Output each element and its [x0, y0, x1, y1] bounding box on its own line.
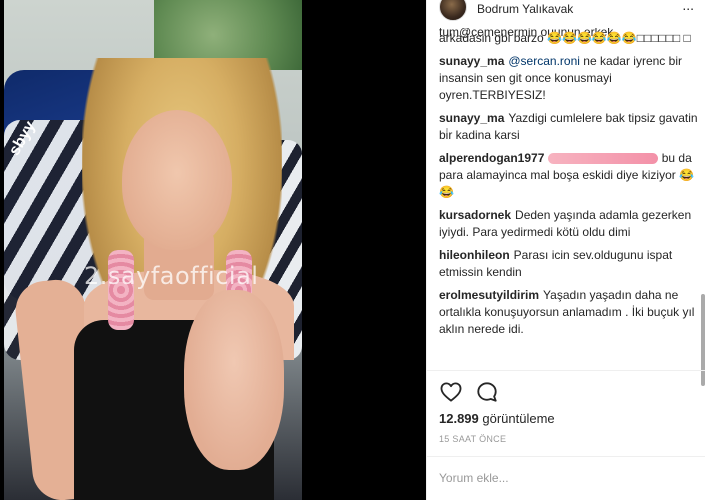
- view-count-number: 12.899: [439, 411, 479, 426]
- redacted-mention: [548, 153, 659, 165]
- comment-username[interactable]: alperendogan1977: [439, 151, 544, 165]
- video-person-face: [122, 110, 232, 250]
- divider: [427, 456, 705, 457]
- scrollbar-thumb[interactable]: [701, 294, 705, 386]
- comment-mention[interactable]: @sercan.roni: [508, 54, 580, 68]
- view-count-label: görüntüleme: [482, 411, 555, 426]
- avatar[interactable]: [439, 0, 467, 21]
- comment-username[interactable]: erolmesutyildirim: [439, 288, 539, 302]
- post-actions: [439, 380, 499, 404]
- comment-username[interactable]: sunayy_ma: [439, 111, 504, 125]
- location-link[interactable]: Bodrum Yalıkavak: [477, 2, 573, 16]
- comment-item: sunayy_ma Yazdigi cumlelere bak tipsiz ga…: [439, 110, 701, 144]
- divider: [427, 370, 705, 371]
- comment-username[interactable]: hileonhileon: [439, 248, 510, 262]
- comment-item: kursadornek Deden yaşında adamla gezerken…: [439, 207, 701, 241]
- comment-item: alperendogan1977 bu da para alamayinca m…: [439, 150, 701, 201]
- more-options-icon[interactable]: ...: [682, 0, 694, 12]
- post-timestamp[interactable]: 15 SAAT ÖNCE: [439, 434, 506, 444]
- comment-username[interactable]: sunayy_ma: [439, 54, 504, 68]
- media-panel: sbyy 2.sayfaofficial: [0, 0, 426, 500]
- video-person-hand: [184, 290, 284, 470]
- video-player[interactable]: sbyy 2.sayfaofficial: [4, 0, 302, 500]
- comments-list[interactable]: tum@cemenermin ouunun erkek arkadasin gb…: [439, 28, 701, 370]
- comments-scrollbar[interactable]: [701, 30, 705, 386]
- comment-item: sunayy_ma @sercan.roni ne kadar iyrenc bi…: [439, 53, 701, 104]
- comment-bubble-icon[interactable]: [475, 380, 499, 404]
- comment-item: arkadasin gbi barzo 😂😂😂😂😂😂□□□□□□ □: [439, 30, 701, 47]
- comment-item: hileonhileon Parası icin sev.oldugunu isp…: [439, 247, 701, 281]
- comment-input[interactable]: [439, 470, 694, 486]
- comment-text: arkadasin gbi barzo 😂😂😂😂😂😂□□□□□□ □: [439, 31, 691, 45]
- view-count[interactable]: 12.899 görüntüleme: [439, 411, 555, 426]
- comment-username[interactable]: kursadornek: [439, 208, 511, 222]
- post-details-panel: Bodrum Yalıkavak ... tum@cemenermin ouun…: [426, 0, 705, 500]
- heart-icon[interactable]: [439, 380, 463, 404]
- comment-item: erolmesutyildirim Yaşadın yaşadın daha ne…: [439, 287, 701, 338]
- post-header: Bodrum Yalıkavak ...: [427, 0, 705, 28]
- video-watermark: 2.sayfaofficial: [84, 262, 259, 290]
